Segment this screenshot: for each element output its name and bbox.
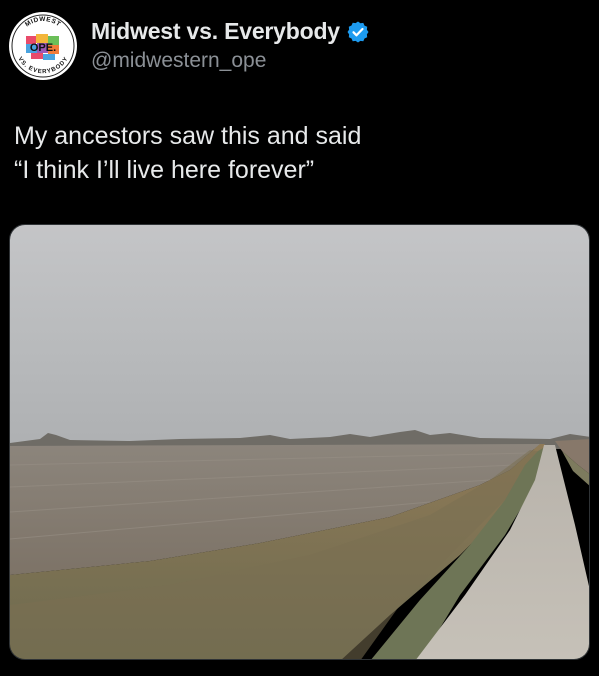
post-text-line: “I think I’ll live here forever” — [14, 156, 315, 184]
avatar[interactable]: OPE. MIDWEST VS. EVERYBODY — [9, 12, 77, 80]
author-display-name[interactable]: Midwest vs. Everybody — [91, 18, 340, 45]
post-header: OPE. MIDWEST VS. EVERYBODY Midwest vs. E… — [9, 12, 589, 82]
author-handle[interactable]: @midwestern_ope — [91, 49, 266, 73]
verified-badge-icon — [347, 21, 369, 42]
photo-landscape — [10, 225, 589, 659]
post-photo[interactable] — [9, 224, 590, 660]
post-text: My ancestors saw this and said “I think … — [14, 119, 574, 187]
avatar-center-text: OPE. — [30, 42, 56, 54]
author-name-row[interactable]: Midwest vs. Everybody — [91, 18, 370, 45]
avatar-logo: OPE. MIDWEST VS. EVERYBODY — [10, 13, 76, 79]
post-text-line: My ancestors saw this and said — [14, 122, 362, 150]
